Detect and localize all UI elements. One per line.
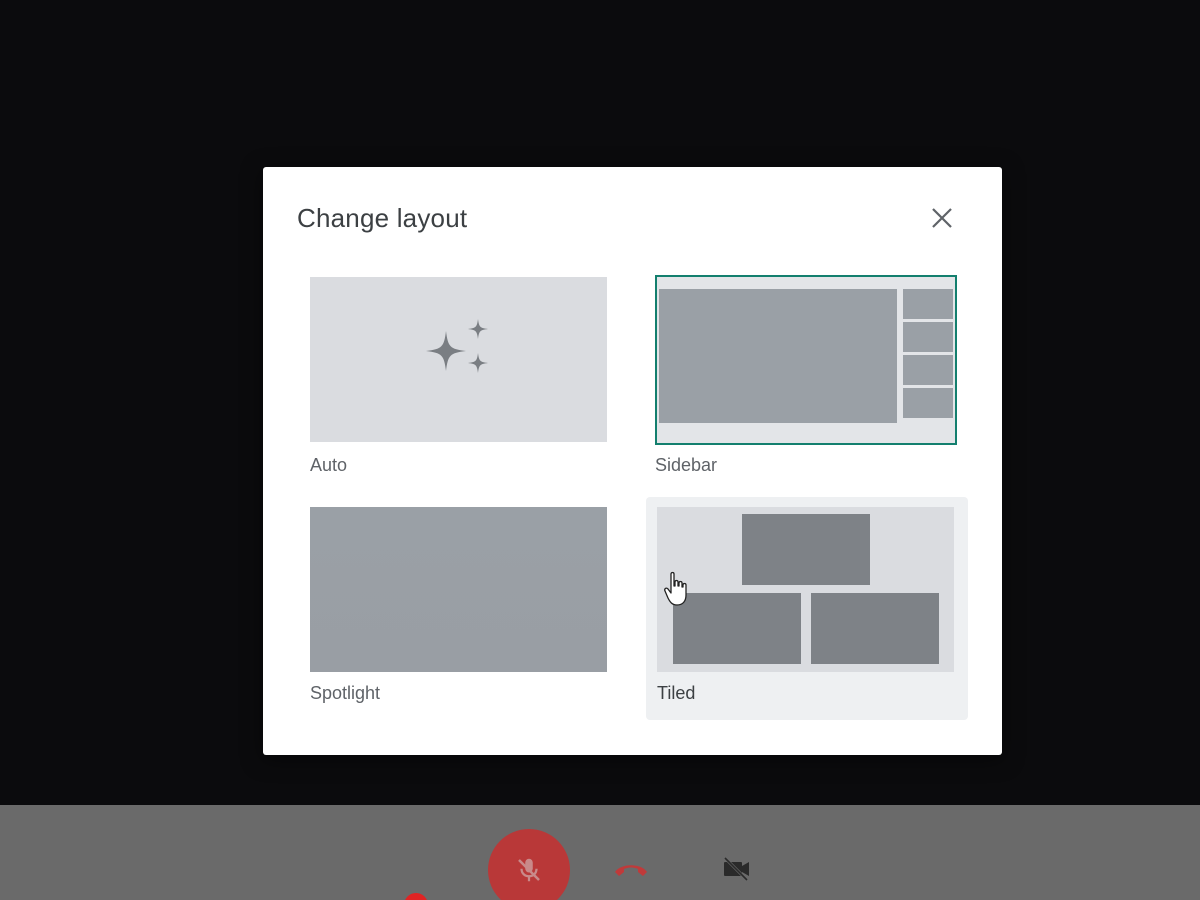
close-button[interactable] [925, 201, 959, 235]
layout-option-spotlight[interactable]: Spotlight [310, 507, 607, 707]
close-icon [932, 208, 952, 228]
sidebar-side-tile [903, 355, 953, 385]
sidebar-thumbnail [655, 275, 957, 445]
hang-up-button[interactable] [600, 845, 662, 893]
layout-option-sidebar[interactable]: Sidebar [655, 275, 957, 477]
hand-cursor-icon [664, 571, 687, 606]
sidebar-side-tile [903, 289, 953, 319]
spotlight-thumbnail [310, 507, 607, 672]
sparkle-icon [426, 319, 488, 373]
sidebar-main-tile [659, 289, 897, 423]
layout-option-auto[interactable]: Auto [310, 277, 607, 477]
option-label-tiled: Tiled [657, 683, 696, 703]
tiled-tile [742, 514, 870, 585]
option-label-spotlight: Spotlight [310, 683, 381, 703]
recording-indicator [404, 893, 428, 900]
camera-toggle-button[interactable] [705, 845, 767, 893]
option-label-sidebar: Sidebar [655, 455, 718, 475]
call-control-bar [0, 805, 1200, 900]
sidebar-side-tile [903, 388, 953, 418]
video-off-icon [723, 856, 749, 882]
tiled-tile [811, 593, 939, 664]
mic-off-icon [518, 858, 540, 882]
auto-thumbnail [310, 277, 607, 442]
tiled-tile [673, 593, 801, 664]
sidebar-side-tile [903, 322, 953, 352]
tiled-thumbnail [657, 507, 954, 672]
dialog-title: Change layout [297, 203, 468, 233]
phone-hangup-icon [615, 865, 647, 876]
meeting-stage: Change layout Auto Sidebar Spotlight Til… [0, 0, 1200, 900]
change-layout-dialog: Change layout Auto Sidebar Spotlight Til… [263, 167, 1002, 755]
option-label-auto: Auto [310, 455, 348, 475]
microphone-toggle-button[interactable] [488, 829, 570, 900]
layout-option-tiled[interactable]: Tiled [646, 497, 968, 720]
